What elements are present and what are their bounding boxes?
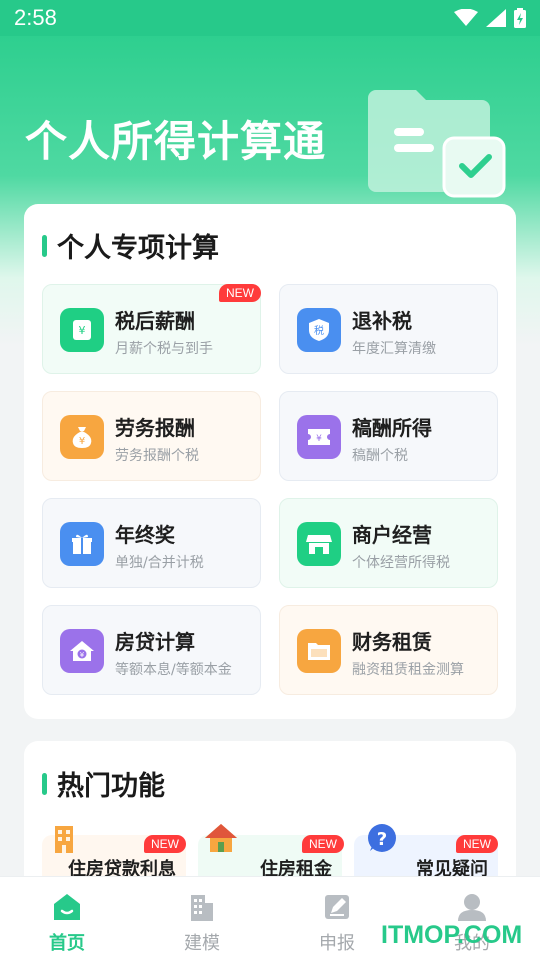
app-title: 个人所得计算通 <box>25 117 327 166</box>
section-header: 热门功能 <box>42 764 165 803</box>
tile-title: 财务租赁 <box>352 630 432 654</box>
status-time: 2:58 <box>14 5 57 30</box>
question-icon: ? <box>368 824 396 852</box>
nav-label: 建模 <box>184 933 220 954</box>
tile-title: 税后薪酬 <box>115 309 195 333</box>
tile-subtitle: 劳务报酬个税 <box>115 448 199 464</box>
tile-mortgage-calc[interactable]: ¥ 房贷计算 等额本息/等额本金 <box>42 605 261 695</box>
new-badge: NEW <box>456 835 498 853</box>
tile-financial-leasing[interactable]: 财务租赁 融资租赁租金测算 <box>279 605 498 695</box>
svg-text:¥: ¥ <box>79 324 86 337</box>
tile-title: 劳务报酬 <box>115 416 195 440</box>
nav-label: 首页 <box>49 933 85 954</box>
store-icon <box>297 522 341 566</box>
section-title: 热门功能 <box>57 771 165 802</box>
tax-shield-icon: 税 <box>297 308 341 352</box>
status-icons <box>454 8 526 28</box>
wifi-icon <box>454 9 478 26</box>
section-header: 个人专项计算 <box>42 226 219 265</box>
svg-text:?: ? <box>377 829 387 850</box>
home-icon <box>205 824 237 852</box>
gift-icon <box>60 522 104 566</box>
nav-home[interactable]: 首页 <box>27 891 107 955</box>
building-icon <box>55 826 73 853</box>
salary-icon: ¥ <box>60 308 104 352</box>
tile-title: 退补税 <box>352 309 412 333</box>
new-badge: NEW <box>302 835 344 853</box>
section-accent-bar <box>42 234 47 257</box>
tile-labor-remuneration[interactable]: ¥ 劳务报酬 劳务报酬个税 <box>42 391 261 481</box>
svg-text:税: 税 <box>314 324 324 337</box>
svg-text:¥: ¥ <box>80 651 85 659</box>
tile-subtitle: 月薪个税与到手 <box>115 341 213 357</box>
tile-subtitle: 稿酬个税 <box>352 448 408 464</box>
tile-merchant-business[interactable]: 商户经营 个体经营所得税 <box>279 498 498 588</box>
folder-icon <box>297 629 341 673</box>
section-title: 个人专项计算 <box>57 233 219 264</box>
new-badge: NEW <box>144 835 186 853</box>
user-nav-icon <box>456 891 488 923</box>
buildings-nav-icon <box>186 891 218 923</box>
tile-subtitle: 单独/合并计税 <box>115 555 204 571</box>
personal-calc-card: 个人专项计算 ¥ 税后薪酬 月薪个税与到手 NEW 税 退补税 年度汇算清缴 ¥… <box>24 204 516 719</box>
svg-text:¥: ¥ <box>316 434 322 444</box>
tile-title: 商户经营 <box>352 523 432 547</box>
tile-title: 房贷计算 <box>115 630 195 654</box>
tile-subtitle: 年度汇算清缴 <box>352 341 436 357</box>
money-bag-icon: ¥ <box>60 415 104 459</box>
section-accent-bar <box>42 772 47 795</box>
tile-subtitle: 融资租赁租金测算 <box>352 662 464 678</box>
ticket-icon: ¥ <box>297 415 341 459</box>
nav-modeling[interactable]: 建模 <box>162 891 242 955</box>
tile-subtitle: 个体经营所得税 <box>352 555 450 571</box>
house-loan-icon: ¥ <box>60 629 104 673</box>
battery-icon <box>514 8 526 28</box>
tile-title: 稿酬所得 <box>352 416 432 440</box>
svg-text:¥: ¥ <box>79 436 85 447</box>
signal-icon <box>486 9 506 27</box>
nav-label: 申报 <box>319 933 355 954</box>
folder-check-icon <box>368 90 506 198</box>
tile-year-end-bonus[interactable]: 年终奖 单独/合并计税 <box>42 498 261 588</box>
nav-declare[interactable]: 申报 <box>297 891 377 955</box>
watermark-text: ITMOP.COM <box>381 921 523 949</box>
tile-subtitle: 等额本息/等额本金 <box>115 662 232 678</box>
tile-tax-refund[interactable]: 税 退补税 年度汇算清缴 <box>279 284 498 374</box>
new-badge: NEW <box>219 284 261 302</box>
home-nav-icon <box>51 891 83 923</box>
tile-after-tax-salary[interactable]: ¥ 税后薪酬 月薪个税与到手 NEW <box>42 284 261 374</box>
tile-title: 年终奖 <box>115 523 175 547</box>
tile-royalty-income[interactable]: ¥ 稿酬所得 稿酬个税 <box>279 391 498 481</box>
edit-nav-icon <box>321 891 353 923</box>
status-bar: 2:58 <box>0 0 540 36</box>
